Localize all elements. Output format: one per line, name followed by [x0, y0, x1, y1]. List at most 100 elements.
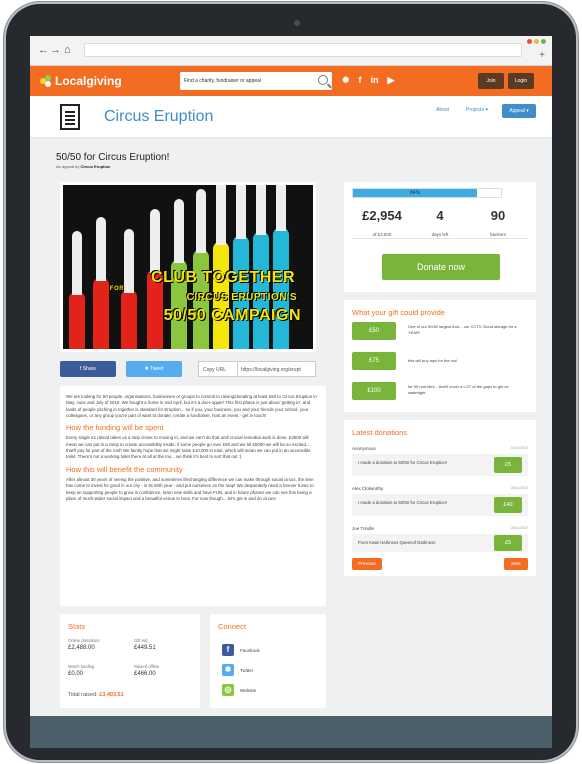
- donation-date: 28/11/2019: [510, 526, 528, 530]
- site-footer: [30, 716, 552, 748]
- gift-row: £100 for 50 roof tiles... that'll cover …: [352, 382, 528, 402]
- stats-title: Stats: [68, 622, 86, 631]
- localgiving-logo[interactable]: Localgiving: [40, 74, 122, 88]
- share-url[interactable]: https://localgiving.org/erupt: [241, 367, 315, 373]
- back-arrow-icon[interactable]: ←: [38, 44, 49, 56]
- gift-row: £75 this will buy taps for the loo!: [352, 352, 528, 372]
- charity-logo[interactable]: [60, 104, 80, 130]
- facebook-share-button[interactable]: f Share: [60, 361, 116, 377]
- appeal-image-panel: CLUB TOGETHER FOR CIRCUS ERUPTION'S 50/5…: [60, 182, 316, 352]
- gift-amount-button[interactable]: £100: [352, 382, 396, 400]
- new-tab-icon[interactable]: +: [539, 50, 545, 61]
- stat-giftaid: Gift Aid £449.51: [134, 638, 156, 651]
- donation-item: I made a donation to 50/50 for Circus Er…: [352, 494, 528, 516]
- connect-title: Connect: [218, 622, 246, 631]
- close-dot-icon[interactable]: [527, 39, 532, 44]
- donation-item: From Katie Harkness Queenof Darkness £5: [352, 534, 528, 552]
- twitter-icon[interactable]: ❅: [342, 75, 350, 86]
- connect-facebook[interactable]: f Facebook: [222, 644, 260, 656]
- donations-title: Latest donations: [352, 428, 408, 437]
- browser-toolbar: ← → ⌂ +: [30, 36, 552, 66]
- connect-twitter[interactable]: ❅ Twitter: [222, 664, 253, 676]
- gift-title: What your gift could provide: [352, 308, 445, 317]
- donation-amount: £40: [494, 497, 522, 513]
- divider: [352, 238, 528, 239]
- forward-arrow-icon[interactable]: →: [50, 44, 61, 56]
- next-button[interactable]: Next: [504, 558, 528, 570]
- social-links: ❅ f in ▶: [342, 75, 394, 86]
- stats-panel: Stats Online donations £2,488.00 Gift Aid…: [60, 614, 200, 708]
- gift-description: One of our 50/50 largest And... our CCTV…: [408, 324, 517, 335]
- nav-about[interactable]: About: [436, 107, 449, 113]
- gift-description: this will buy taps for the loo!: [408, 358, 458, 363]
- donation-amount: £5: [494, 457, 522, 473]
- gift-panel: What your gift could provide £50 One of …: [344, 300, 536, 412]
- youtube-icon[interactable]: ▶: [388, 75, 395, 86]
- minimize-dot-icon[interactable]: [534, 39, 539, 44]
- copy-url-label[interactable]: Copy URL: [203, 367, 226, 373]
- site-header: Localgiving Find a charity, fundraiser o…: [30, 66, 552, 96]
- total-raised: Total raised: £3,403.51: [68, 692, 124, 698]
- connect-website[interactable]: ◎ Website: [222, 684, 256, 696]
- window-controls: [527, 39, 546, 44]
- camera-dot: [294, 20, 300, 26]
- appeal-owner-link[interactable]: Circus Eruption: [80, 164, 110, 169]
- address-bar[interactable]: [84, 43, 522, 57]
- total-raised-value: £3,403.51: [99, 692, 124, 698]
- charity-name[interactable]: Circus Eruption: [104, 108, 213, 126]
- localgiving-mark-icon: [40, 75, 52, 87]
- donate-now-button[interactable]: Donate now: [382, 254, 500, 280]
- amount-raised: £2,954 of £3,500: [362, 208, 402, 237]
- gift-amount-button[interactable]: £75: [352, 352, 396, 370]
- search-input[interactable]: Find a charity, fundraiser or appeal: [180, 72, 332, 90]
- tablet-frame: ← → ⌂ + Localgiving Find a charity, fund…: [6, 4, 576, 760]
- donor-name: Alex Clotworthy: [352, 486, 384, 491]
- charity-bar: Circus Eruption About Projects ▾ Appeal …: [30, 96, 552, 138]
- backers-count: 90 backers: [490, 208, 506, 237]
- search-icon[interactable]: [318, 75, 328, 85]
- progress-fill: 84%: [353, 189, 478, 197]
- donation-date: 01/11/2019: [510, 446, 528, 450]
- donation-item: I made a donation to 50/50 for Circus Er…: [352, 454, 528, 476]
- appeal-dropdown-button[interactable]: Appeal ▾: [502, 104, 536, 118]
- donor-name: Anonymous: [352, 446, 376, 451]
- image-caption-line-3: CIRCUS ERUPTION'S: [186, 292, 297, 303]
- gift-description: for 50 roof tiles... that'll cover a LOT…: [408, 384, 509, 395]
- previous-button[interactable]: Previous: [352, 558, 382, 570]
- twitter-icon: ❅: [222, 664, 234, 676]
- linkedin-icon[interactable]: in: [371, 75, 379, 86]
- share-row: f Share ❅ Tweet Copy URL https://localgi…: [60, 361, 316, 377]
- login-button[interactable]: Login: [508, 73, 534, 89]
- progress-panel: 84% £2,954 of £3,500 4 days left 90 backers…: [344, 182, 536, 292]
- image-caption-line-1: CLUB TOGETHER: [151, 269, 295, 286]
- nav-projects[interactable]: Projects ▾: [466, 107, 488, 113]
- twitter-share-button[interactable]: ❅ Tweet: [126, 361, 182, 377]
- stat-online: Online donations £2,488.00: [68, 638, 100, 651]
- story-intro: We are looking for 50 people, organisati…: [66, 394, 317, 418]
- search-placeholder: Find a charity, fundraiser or appeal: [184, 78, 261, 84]
- appeal-title: 50/50 for Circus Eruption!: [56, 152, 170, 163]
- facebook-icon[interactable]: f: [359, 75, 362, 86]
- image-caption-line-2: FOR: [109, 286, 125, 292]
- donations-panel: Latest donations Anonymous 01/11/2019 I …: [344, 420, 536, 576]
- donor-name: Joe Trindle: [352, 526, 375, 531]
- donation-message: I made a donation to 50/50 for Circus Er…: [358, 500, 448, 505]
- donation-message: I made a donation to 50/50 for Circus Er…: [358, 460, 448, 465]
- home-icon[interactable]: ⌂: [64, 44, 71, 56]
- gift-amount-button[interactable]: £50: [352, 322, 396, 340]
- appeal-byline: An appeal by Circus Eruption: [56, 164, 111, 169]
- donation-date: 28/11/2019: [510, 486, 528, 490]
- stat-offline: Raised offline £466.00: [134, 664, 160, 677]
- copy-url-field[interactable]: Copy URL https://localgiving.org/erupt: [198, 361, 316, 377]
- image-caption-line-4: 50/50 CAMPAIGN: [163, 307, 301, 324]
- appeal-story: We are looking for 50 people, organisati…: [60, 386, 326, 606]
- story-benefit: After almost 30 years of seeing the posi…: [66, 476, 314, 501]
- donation-message: From Katie Harkness Queenof Darkness: [358, 540, 436, 545]
- connect-panel: Connect f Facebook ❅ Twitter ◎ Website: [210, 614, 326, 708]
- maximize-dot-icon[interactable]: [541, 39, 546, 44]
- join-button[interactable]: Join: [478, 73, 504, 89]
- globe-icon: ◎: [222, 684, 234, 696]
- facebook-icon: f: [222, 644, 234, 656]
- donation-amount: £5: [494, 535, 522, 551]
- funding-heading: How the funding will be spent: [66, 423, 164, 433]
